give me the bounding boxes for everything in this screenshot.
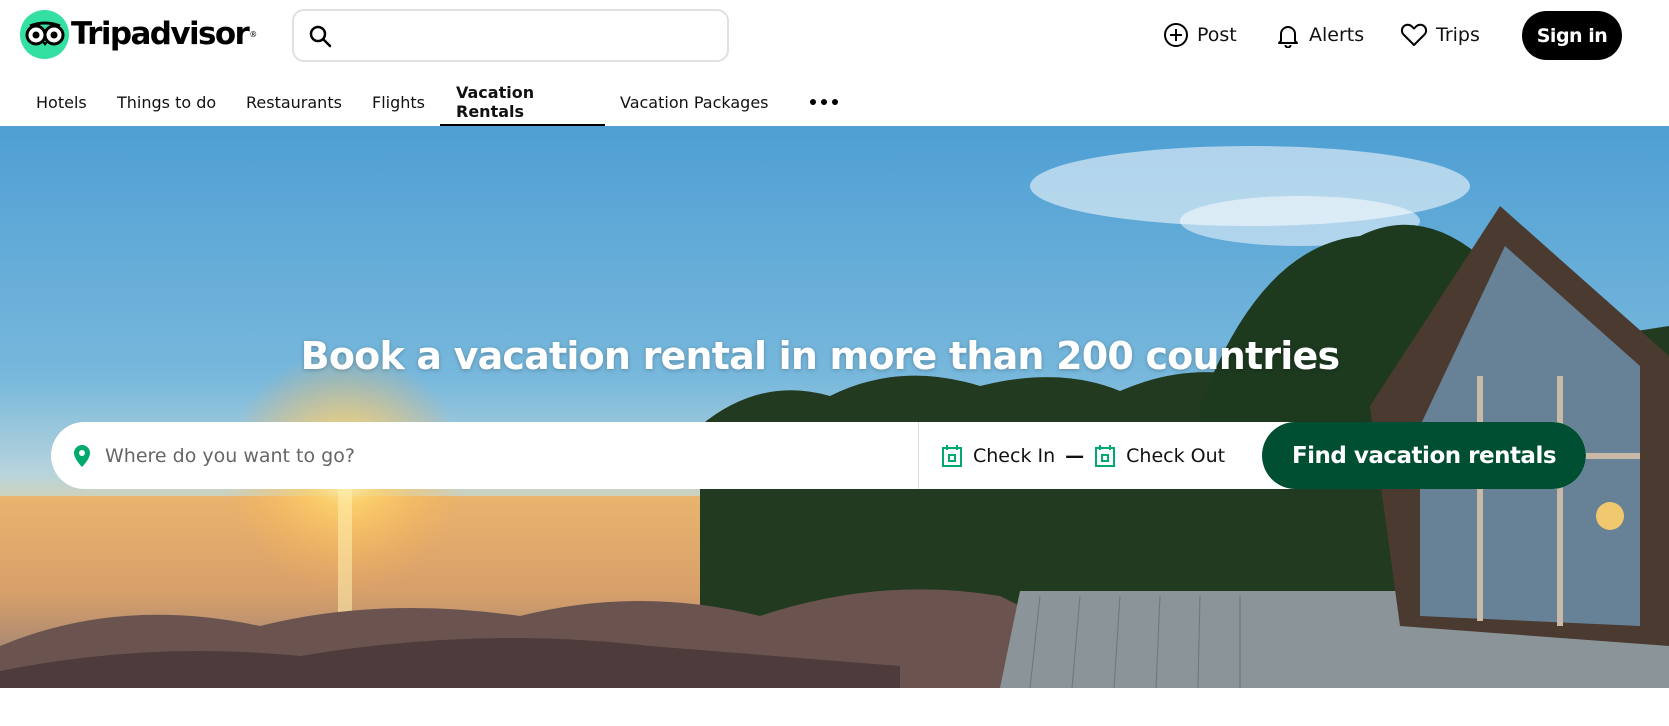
check-out-label: Check Out [1126,444,1226,467]
check-in-button[interactable]: Check In [941,422,1055,489]
sign-in-button[interactable]: Sign in [1522,11,1622,60]
header: Tripadvisor ® Post Alerts Trips Sign in [0,0,1669,70]
trips-link[interactable]: Trips [1400,20,1480,50]
plus-circle-icon [1164,23,1188,47]
date-separator: — [1065,444,1085,467]
hero-background-image [0,126,1669,688]
top-search-input[interactable] [342,11,727,60]
logo-wordmark: Tripadvisor [71,16,250,52]
category-nav: Hotels Things to do Restaurants Flights … [0,78,1669,127]
find-vacation-rentals-button[interactable]: Find vacation rentals [1262,422,1586,489]
calendar-icon [1095,444,1116,467]
nav-item-flights[interactable]: Flights [356,78,441,126]
post-label: Post [1197,24,1237,46]
more-dots-icon[interactable] [808,92,840,112]
alerts-link[interactable]: Alerts [1275,20,1364,50]
owl-logo-icon [20,9,69,59]
bell-icon [1278,26,1298,48]
post-link[interactable]: Post [1163,20,1237,50]
calendar-icon [942,444,962,467]
destination-field[interactable] [51,422,919,489]
date-range: Check In — Check Out [919,422,1262,489]
nav-item-restaurants[interactable]: Restaurants [230,78,358,126]
top-search-box[interactable] [292,9,729,62]
hero-title: Book a vacation rental in more than 200 … [300,334,1340,378]
nav-item-vacation-packages[interactable]: Vacation Packages [604,78,785,126]
trips-label: Trips [1436,24,1480,46]
destination-input[interactable] [105,444,865,467]
tripadvisor-logo[interactable]: Tripadvisor ® [20,9,257,59]
hero-banner: Book a vacation rental in more than 200 … [0,126,1669,688]
check-in-label: Check In [973,444,1056,467]
heart-icon [1400,23,1428,46]
map-pin-icon [74,444,90,467]
alerts-label: Alerts [1309,24,1365,46]
rental-search-bar: Check In — Check Out Find vacation renta… [51,422,1586,489]
nav-item-things-to-do[interactable]: Things to do [101,78,232,126]
nav-item-hotels[interactable]: Hotels [20,78,103,126]
nav-item-vacation-rentals[interactable]: Vacation Rentals [440,78,605,127]
search-icon [309,25,332,47]
check-out-button[interactable]: Check Out [1094,422,1225,489]
